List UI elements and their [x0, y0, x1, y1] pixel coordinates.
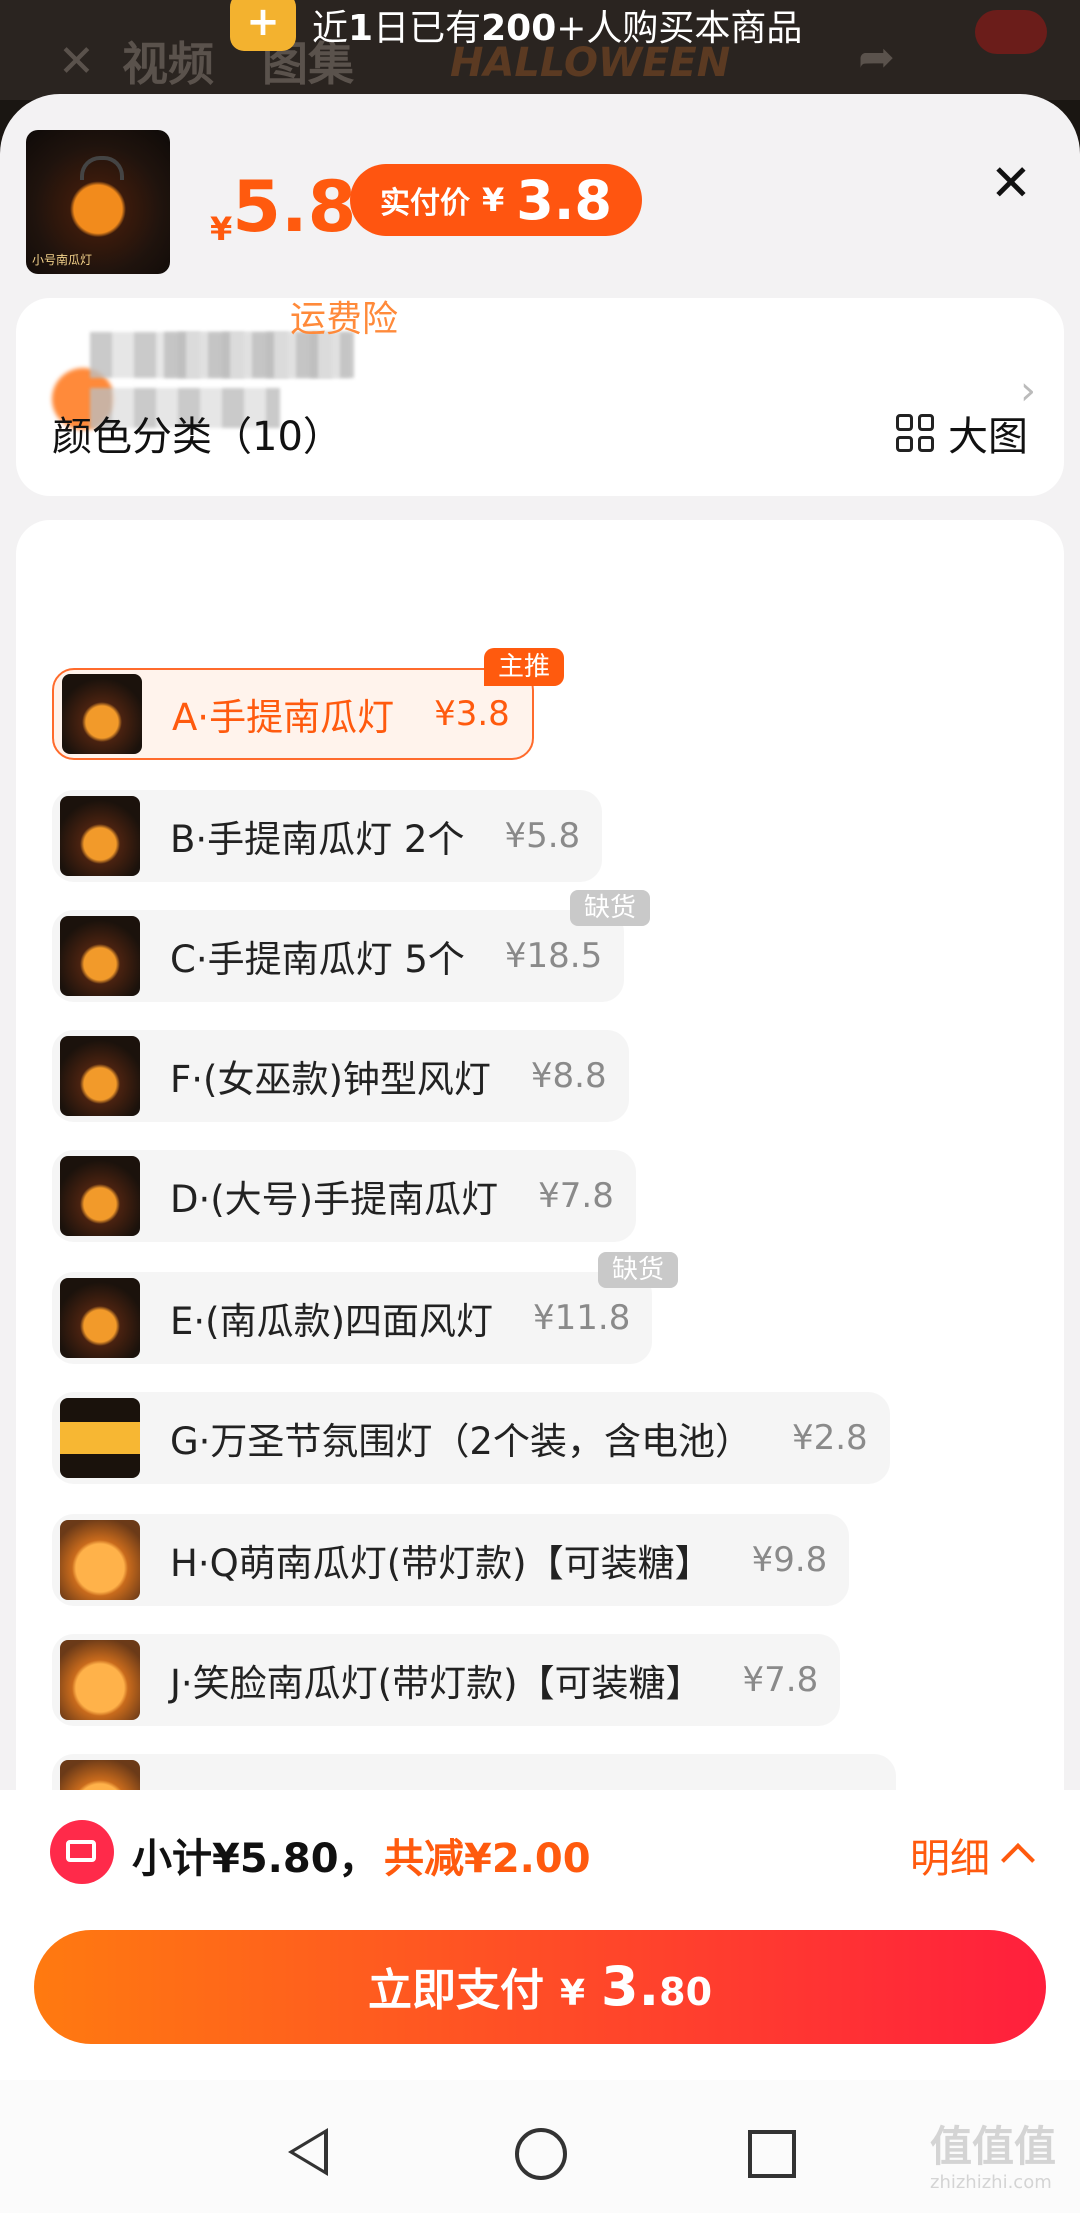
option-image — [60, 1036, 140, 1116]
option-price: ¥5.8 — [504, 816, 581, 856]
option-e[interactable]: E·(南瓜款)四面风灯 ¥11.8 — [52, 1272, 653, 1364]
back-icon[interactable] — [288, 2128, 328, 2176]
banner-text: 近1日已有200+人购买本商品 — [312, 8, 803, 49]
chevron-up-icon — [1001, 1843, 1035, 1877]
discount-text: 共减¥2.00 — [384, 1836, 591, 1882]
option-image — [62, 674, 142, 754]
option-image — [60, 1278, 140, 1358]
product-thumbnail[interactable]: 小号南瓜灯 — [26, 130, 170, 274]
option-image — [60, 796, 140, 876]
option-price: ¥7.8 — [742, 1660, 819, 1700]
shopping-bag-icon — [230, 0, 296, 51]
thumbnail-caption: 小号南瓜灯 — [32, 253, 93, 267]
option-label: D·(大号)手提南瓜灯 — [170, 1178, 499, 1221]
out-of-stock-badge: 缺货 — [598, 1252, 679, 1288]
freight-insurance-text: 运费险 — [290, 299, 399, 340]
option-c[interactable]: C·手提南瓜灯 5个 ¥18.5 — [52, 910, 625, 1002]
option-price: ¥3.8 — [434, 694, 510, 734]
option-image — [60, 1156, 140, 1236]
detail-toggle[interactable]: 明细 — [910, 1826, 1035, 1884]
current-price: ¥5.8 — [210, 166, 357, 248]
subtotal-text: 小计¥5.80， — [132, 1836, 379, 1882]
option-g[interactable]: G·万圣节氛围灯（2个装，含电池） ¥2.8 — [52, 1392, 890, 1484]
lantern-graphic — [80, 156, 124, 180]
option-j[interactable]: J·笑脸南瓜灯(带灯款)【可装糖】 ¥7.8 — [52, 1634, 841, 1726]
option-price: ¥9.8 — [751, 1540, 828, 1580]
coupon-icon — [50, 1820, 114, 1884]
background-share-icon: ➦ — [858, 32, 895, 83]
pay-now-button[interactable]: 立即支付 ¥ 3. 80 — [34, 1930, 1046, 2044]
option-image — [60, 916, 140, 996]
option-label: B·手提南瓜灯 2个 — [170, 818, 465, 861]
option-price: ¥7.8 — [538, 1176, 614, 1216]
option-label: F·(女巫款)钟型风灯 — [170, 1058, 491, 1101]
option-label: G·万圣节氛围灯（2个装，含电池） — [170, 1420, 752, 1463]
option-label: J·笑脸南瓜灯(带灯款)【可装糖】 — [170, 1662, 703, 1705]
section-title: 颜色分类（10） — [52, 414, 343, 460]
background-cart-badge — [975, 10, 1047, 54]
option-image — [60, 1640, 140, 1720]
option-b[interactable]: B·手提南瓜灯 2个 ¥5.8 — [52, 790, 603, 882]
purchase-count-banner: 近1日已有200+人购买本商品 — [230, 0, 803, 51]
background-tab-video: 视频 — [122, 37, 214, 91]
recent-apps-icon[interactable] — [748, 2130, 796, 2178]
home-icon[interactable] — [515, 2128, 567, 2180]
option-label: E·(南瓜款)四面风灯 — [170, 1300, 494, 1343]
close-icon[interactable]: ✕ — [990, 154, 1032, 212]
option-price: ¥11.8 — [533, 1298, 631, 1338]
option-f[interactable]: F·(女巫款)钟型风灯 ¥8.8 — [52, 1030, 629, 1122]
option-label: H·Q萌南瓜灯(带灯款)【可装糖】 — [170, 1542, 712, 1585]
actual-price-pill: 实付价 ¥ 3.8 — [350, 164, 642, 236]
grid-icon — [896, 414, 934, 452]
recommended-badge: 主推 — [484, 648, 565, 686]
watermark: 值值值 zhizhizhi.com — [930, 2122, 1057, 2193]
option-image — [60, 1398, 140, 1478]
option-price: ¥2.8 — [791, 1418, 868, 1458]
option-label: A·手提南瓜灯 — [172, 696, 395, 739]
big-picture-toggle[interactable]: 大图 — [896, 404, 1028, 462]
background-close-icon: ✕ — [58, 36, 95, 87]
detail-label: 明细 — [910, 1836, 990, 1882]
option-a[interactable]: A·手提南瓜灯 ¥3.8 — [52, 668, 534, 760]
option-image — [60, 1520, 140, 1600]
option-price: ¥8.8 — [530, 1056, 607, 1096]
option-d[interactable]: D·(大号)手提南瓜灯 ¥7.8 — [52, 1150, 636, 1242]
option-h[interactable]: H·Q萌南瓜灯(带灯款)【可装糖】 ¥9.8 — [52, 1514, 850, 1606]
big-picture-label: 大图 — [948, 414, 1028, 460]
address-card[interactable]: › — [16, 298, 1064, 496]
option-label: C·手提南瓜灯 5个 — [170, 938, 465, 981]
out-of-stock-badge: 缺货 — [570, 890, 651, 926]
option-price: ¥18.5 — [504, 936, 603, 976]
